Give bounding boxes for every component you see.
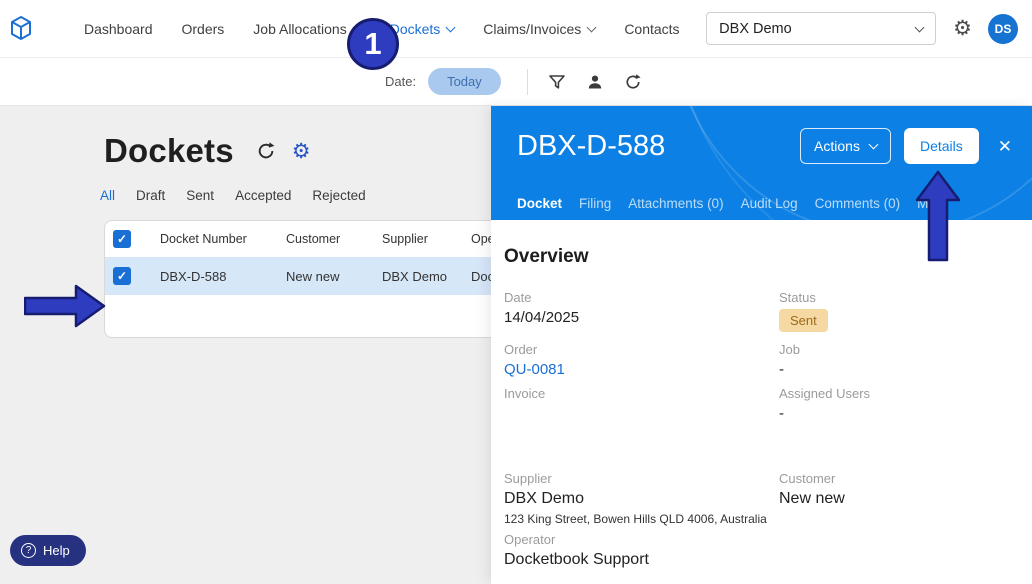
chevron-down-icon (868, 139, 879, 150)
refresh-icon[interactable] (624, 73, 642, 91)
organisation-select[interactable]: DBX Demo (706, 12, 937, 45)
nav-item-claims-invoices[interactable]: Claims/Invoices (483, 20, 597, 37)
tab-accepted[interactable]: Accepted (235, 188, 291, 203)
tab-attachments[interactable]: Attachments (0) (628, 196, 723, 211)
nav-item-contacts[interactable]: Contacts (624, 21, 679, 37)
question-mark-icon: ? (21, 543, 36, 558)
filter-funnel-icon[interactable] (548, 73, 566, 91)
cell-customer: New new (286, 268, 340, 284)
nav-item-job-allocations[interactable]: Job Allocations (253, 20, 363, 37)
chevron-down-icon (586, 22, 597, 32)
today-filter-button[interactable]: Today (428, 68, 501, 95)
tab-filing[interactable]: Filing (579, 196, 611, 211)
nav-item-orders[interactable]: Orders (182, 21, 225, 37)
column-header-supplier[interactable]: Supplier (382, 232, 471, 246)
assigned-user-filter-icon[interactable] (586, 73, 604, 91)
nav-label: Job Allocations (253, 20, 347, 37)
nav-label: Claims/Invoices (483, 20, 582, 37)
help-button-label: Help (43, 543, 70, 558)
supplier-value: DBX Demo (504, 490, 585, 507)
annotation-arrow-up-icon (915, 170, 961, 267)
filter-toolbar: Date: Today (0, 58, 1032, 106)
column-header-docket-number[interactable]: Docket Number (160, 232, 286, 246)
supplier-label: Supplier (504, 471, 552, 486)
nav-label: Orders (181, 20, 225, 37)
supplier-address: 123 King Street, Bowen Hills QLD 4006, A… (504, 512, 767, 526)
date-value: 14/04/2025 (504, 309, 580, 326)
nav-item-dashboard[interactable]: Dashboard (84, 21, 153, 37)
tab-draft[interactable]: Draft (136, 188, 165, 203)
organisation-select-value: DBX Demo (719, 20, 792, 37)
top-navigation-bar: Dashboard Orders Job Allocations Dockets… (0, 0, 1032, 58)
select-all-checkbox[interactable] (113, 230, 131, 248)
chevron-down-icon (445, 22, 456, 32)
docket-title: DBX-D-588 (517, 129, 666, 162)
job-value: - (779, 361, 784, 378)
actions-button[interactable]: Actions (800, 128, 891, 164)
user-avatar[interactable]: DS (988, 13, 1018, 44)
dockets-settings-gear-icon[interactable]: ⚙ (292, 141, 311, 162)
settings-gear-icon[interactable]: ⚙ (953, 18, 972, 39)
order-link[interactable]: QU-0081 (504, 361, 779, 378)
detail-panel-tabs: Docket Filing Attachments (0) Audit Log … (517, 196, 943, 211)
toolbar-divider (526, 68, 528, 95)
details-button[interactable]: Details (903, 128, 979, 164)
actions-button-label: Actions (814, 138, 860, 154)
row-checkbox[interactable] (113, 267, 131, 285)
nav-item-dockets[interactable]: Dockets (390, 21, 456, 37)
job-label: Job (779, 342, 800, 357)
overview-section: Overview Date 14/04/2025 Status Sent Ord… (491, 220, 1032, 569)
tab-comments[interactable]: Comments (0) (815, 196, 901, 211)
customer-label: Customer (779, 471, 836, 486)
assigned-users-label: Assigned Users (779, 386, 871, 401)
help-button[interactable]: ? Help (10, 535, 86, 566)
page-title: Dockets (104, 132, 234, 169)
order-label: Order (504, 342, 538, 357)
tab-audit-log[interactable]: Audit Log (741, 196, 798, 211)
tab-sent[interactable]: Sent (186, 188, 214, 203)
date-filter-label: Date: (385, 74, 417, 89)
refresh-icon[interactable] (256, 141, 276, 161)
annotation-arrow-right-icon (23, 284, 106, 333)
tab-rejected[interactable]: Rejected (312, 188, 365, 203)
assigned-users-value: - (779, 405, 784, 422)
chevron-down-icon (914, 22, 925, 32)
customer-value: New new (779, 490, 845, 507)
status-label: Status (779, 290, 816, 305)
tab-all[interactable]: All (100, 188, 115, 203)
cell-docket-number: DBX-D-588 (160, 268, 227, 284)
operator-value: Docketbook Support (504, 551, 649, 568)
date-label: Date (504, 290, 532, 305)
cell-supplier: DBX Demo (382, 268, 448, 284)
annotation-step-1-badge: 1 (347, 18, 399, 70)
docketbook-logo-icon (8, 14, 34, 44)
status-badge: Sent (779, 309, 828, 332)
column-header-customer[interactable]: Customer (286, 232, 382, 246)
tab-docket[interactable]: Docket (517, 196, 562, 211)
operator-label: Operator (504, 532, 556, 547)
close-icon[interactable]: ✕ (998, 138, 1012, 155)
nav-label: Contacts (624, 20, 680, 37)
nav-label: Dashboard (84, 20, 153, 37)
invoice-label: Invoice (504, 386, 546, 401)
